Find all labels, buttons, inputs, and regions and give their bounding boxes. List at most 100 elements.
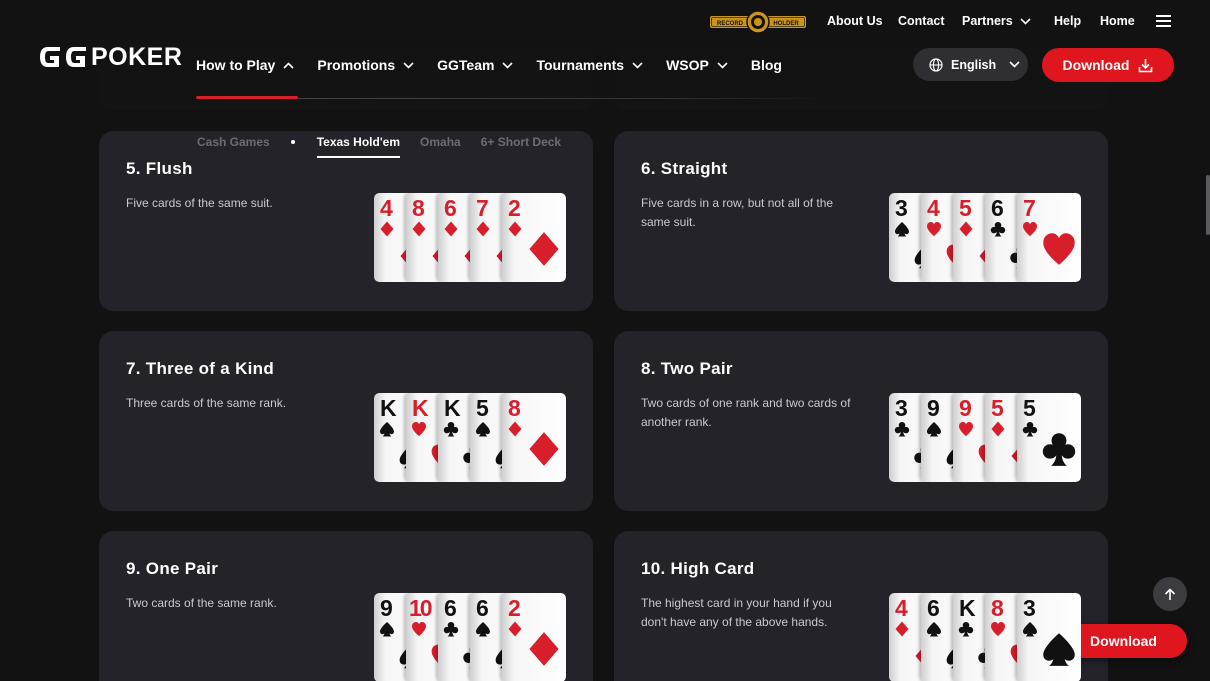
nav-label: WSOP xyxy=(666,57,709,73)
chevron-up-icon xyxy=(283,61,294,69)
card-rank: 9 xyxy=(959,395,972,421)
heart-icon xyxy=(991,622,1005,636)
hamburger-menu-icon[interactable] xyxy=(1156,15,1171,27)
diamond-icon xyxy=(380,221,394,237)
nav-label: How to Play xyxy=(196,57,276,73)
logo-text: POKER xyxy=(91,42,183,71)
chevron-down-icon xyxy=(1020,17,1031,25)
subnav-cash-games[interactable]: Cash Games xyxy=(197,135,270,149)
spade-icon xyxy=(476,422,490,437)
card-rank: 6 xyxy=(927,595,940,621)
heart-icon xyxy=(1043,233,1075,265)
diamond-icon xyxy=(476,221,490,237)
card-rank: 6 xyxy=(444,195,457,221)
hand-title: 5. Flush xyxy=(126,159,193,178)
hand-title: 7. Three of a Kind xyxy=(126,359,275,378)
sub-nav: Cash Games Texas Hold'em Omaha 6+ Short … xyxy=(197,126,581,158)
hand-description: Five cards of the same suit. xyxy=(126,196,273,210)
header-download-button[interactable]: Download xyxy=(1042,48,1174,82)
card-rank: 6 xyxy=(476,595,489,621)
heart-icon xyxy=(1023,222,1037,236)
club-icon xyxy=(443,622,459,637)
record-badge-left: RECORD xyxy=(717,21,744,27)
club-icon xyxy=(990,222,1006,237)
spade-icon xyxy=(1043,633,1075,666)
site-header: POKER RECORD HOLDER About Us Contact Par… xyxy=(0,0,1210,158)
subnav-short-deck[interactable]: 6+ Short Deck xyxy=(481,135,561,149)
card-rank: 6 xyxy=(444,595,457,621)
card-rank: 2 xyxy=(508,195,521,221)
card-rank: 2 xyxy=(508,595,521,621)
nav-blog[interactable]: Blog xyxy=(751,56,782,74)
card-rank: 9 xyxy=(380,595,393,621)
playing-card: 8 xyxy=(502,393,566,482)
chevron-down-icon xyxy=(632,61,643,69)
record-holder-badge: RECORD HOLDER xyxy=(710,10,806,34)
heart-icon xyxy=(412,422,426,436)
card-rank: 8 xyxy=(412,195,425,221)
hand-cards: 39955 xyxy=(889,393,1081,482)
chevron-down-icon xyxy=(1009,61,1020,68)
globe-icon xyxy=(929,57,943,72)
top-link-home[interactable]: Home xyxy=(1100,14,1135,28)
club-icon xyxy=(894,422,910,437)
card-rank: 9 xyxy=(927,395,940,421)
gg-logo-icon xyxy=(40,47,86,67)
hand-description: Two cards of one rank and two cards of a… xyxy=(641,396,851,429)
card-rank: K xyxy=(412,395,429,421)
language-selector[interactable]: English xyxy=(913,48,1028,81)
nav-label: GGTeam xyxy=(437,57,495,73)
nav-label: Promotions xyxy=(317,57,396,73)
playing-card: 5 xyxy=(1017,393,1081,482)
card-rank: 4 xyxy=(927,195,940,221)
language-label: English xyxy=(951,57,997,72)
hand-cards: 9 10 6 6 2 xyxy=(374,593,566,681)
download-icon xyxy=(1139,58,1153,72)
subnav-texas-holdem[interactable]: Texas Hold'em xyxy=(316,135,401,158)
card-rank: 7 xyxy=(1023,195,1036,221)
nav-ggteam[interactable]: GGTeam xyxy=(437,56,514,74)
top-link-partners[interactable]: Partners xyxy=(962,14,1031,28)
hand-title: 8. Two Pair xyxy=(641,359,733,378)
spade-icon xyxy=(380,422,394,437)
club-icon xyxy=(1022,422,1038,437)
card-rank: K xyxy=(959,595,976,621)
top-link-about-us[interactable]: About Us xyxy=(827,14,883,28)
card-rank: 10 xyxy=(409,595,433,621)
nav-wsop[interactable]: WSOP xyxy=(666,56,728,74)
nav-promotions[interactable]: Promotions xyxy=(317,56,414,74)
nav-how-to-play[interactable]: How to Play xyxy=(196,56,294,74)
subnav-separator-dot xyxy=(290,140,295,144)
diamond-icon xyxy=(529,432,559,466)
card-rank: 5 xyxy=(1023,395,1036,421)
record-badge-right: HOLDER xyxy=(773,21,799,27)
hand-description: Three cards of the same rank. xyxy=(126,396,287,410)
club-icon xyxy=(1042,433,1076,466)
main-nav: How to Play Promotions GGTeam Tournament… xyxy=(196,56,805,74)
hand-description: The highest card in your hand if you don… xyxy=(641,596,832,629)
diamond-icon xyxy=(529,632,559,666)
playing-card: 2 xyxy=(502,593,566,681)
hand-cards: 34567 xyxy=(889,193,1081,282)
nav-divider xyxy=(298,98,828,99)
hand-panel-high-card: 10. High Card The highest card in your h… xyxy=(614,531,1108,681)
heart-icon xyxy=(959,422,973,436)
diamond-icon xyxy=(444,221,458,237)
playing-card: 3 xyxy=(1017,593,1081,681)
club-icon xyxy=(443,422,459,437)
card-rank: 7 xyxy=(476,195,489,221)
page-scrollbar[interactable] xyxy=(1206,175,1210,235)
scroll-to-top-button[interactable] xyxy=(1153,577,1187,611)
card-rank: 3 xyxy=(895,195,908,221)
diamond-icon xyxy=(412,221,426,237)
nav-tournaments[interactable]: Tournaments xyxy=(536,56,643,74)
top-link-contact[interactable]: Contact xyxy=(898,14,945,28)
hand-title: 9. One Pair xyxy=(126,559,219,578)
spade-icon xyxy=(895,222,909,237)
hand-panel-two-pair: 8. Two Pair Two cards of one rank and tw… xyxy=(614,331,1108,511)
subnav-omaha[interactable]: Omaha xyxy=(420,135,461,149)
top-link-help[interactable]: Help xyxy=(1054,14,1081,28)
ggpoker-logo[interactable]: POKER xyxy=(37,42,182,72)
diamond-icon xyxy=(895,621,909,637)
spade-icon xyxy=(1023,622,1037,637)
